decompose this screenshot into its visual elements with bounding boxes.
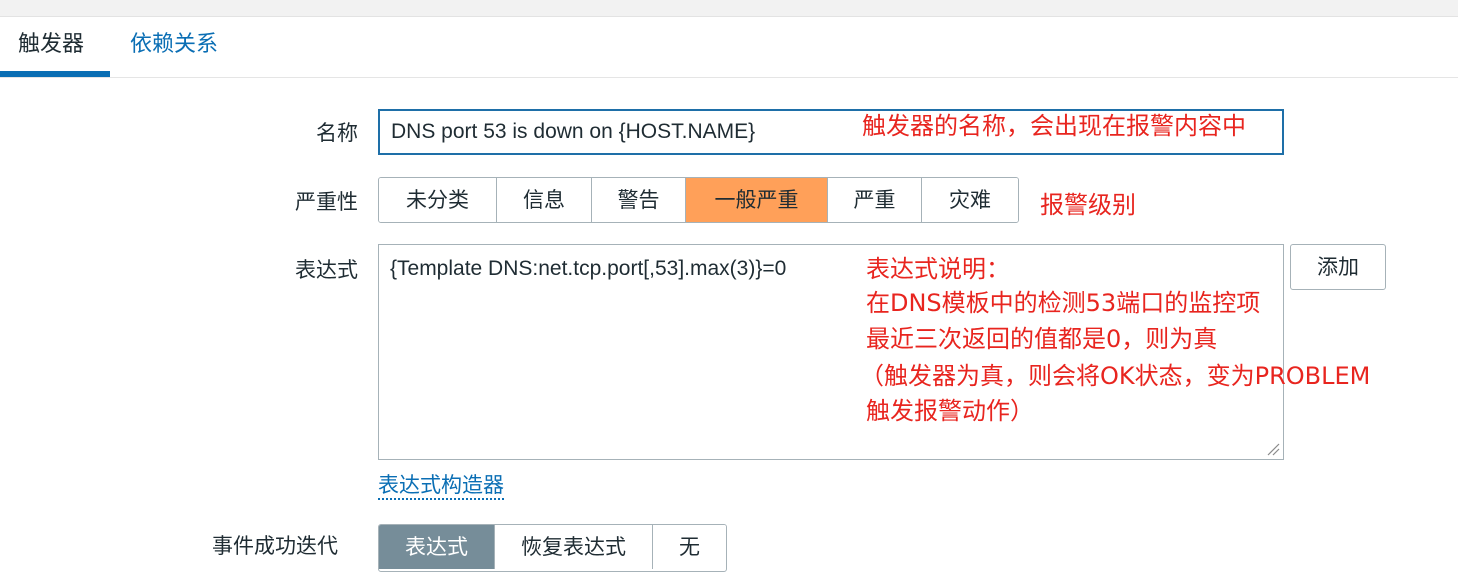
expression-builder-link[interactable]: 表达式构造器 xyxy=(378,472,504,500)
severity-annotation: 报警级别 xyxy=(1040,191,1136,219)
resize-handle-icon[interactable] xyxy=(1266,442,1280,456)
severity-high[interactable]: 严重 xyxy=(828,178,922,222)
severity-average[interactable]: 一般严重 xyxy=(686,178,828,222)
severity-label: 严重性 xyxy=(295,190,358,214)
severity-disaster[interactable]: 灾难 xyxy=(922,178,1018,222)
ok-event-generation-selector: 表达式 恢复表达式 无 xyxy=(378,524,727,572)
expression-annotation-line-4: （触发器为真，则会将OK状态，变为PROBLEM xyxy=(860,362,1371,390)
name-annotation: 触发器的名称，会出现在报警内容中 xyxy=(862,112,1246,140)
expression-annotation-line-2: 在DNS模板中的检测53端口的监控项 xyxy=(866,289,1261,317)
expression-label: 表达式 xyxy=(295,258,358,282)
severity-information[interactable]: 信息 xyxy=(497,178,592,222)
tab-triggers[interactable]: 触发器 xyxy=(18,17,84,77)
expression-annotation-line-1: 表达式说明： xyxy=(866,255,1010,283)
add-expression-button[interactable]: 添加 xyxy=(1290,244,1386,290)
top-bar xyxy=(0,0,1458,17)
severity-not-classified[interactable]: 未分类 xyxy=(379,178,497,222)
active-tab-indicator xyxy=(0,71,110,77)
expression-annotation-line-3: 最近三次返回的值都是0，则为真 xyxy=(866,325,1218,353)
expression-text: {Template DNS:net.tcp.port[,53].max(3)}=… xyxy=(390,257,787,280)
ok-event-none[interactable]: 无 xyxy=(653,525,726,569)
ok-event-generation-label: 事件成功迭代 xyxy=(212,534,338,558)
severity-warning[interactable]: 警告 xyxy=(592,178,686,222)
tab-bar: 触发器 依赖关系 xyxy=(0,17,1458,78)
ok-event-expression[interactable]: 表达式 xyxy=(379,525,495,569)
name-label: 名称 xyxy=(316,121,358,145)
expression-annotation-line-5: 触发报警动作） xyxy=(866,397,1034,425)
severity-selector: 未分类 信息 警告 一般严重 严重 灾难 xyxy=(378,177,1019,223)
ok-event-recovery-expression[interactable]: 恢复表达式 xyxy=(495,525,653,569)
tab-dependencies[interactable]: 依赖关系 xyxy=(130,17,218,77)
